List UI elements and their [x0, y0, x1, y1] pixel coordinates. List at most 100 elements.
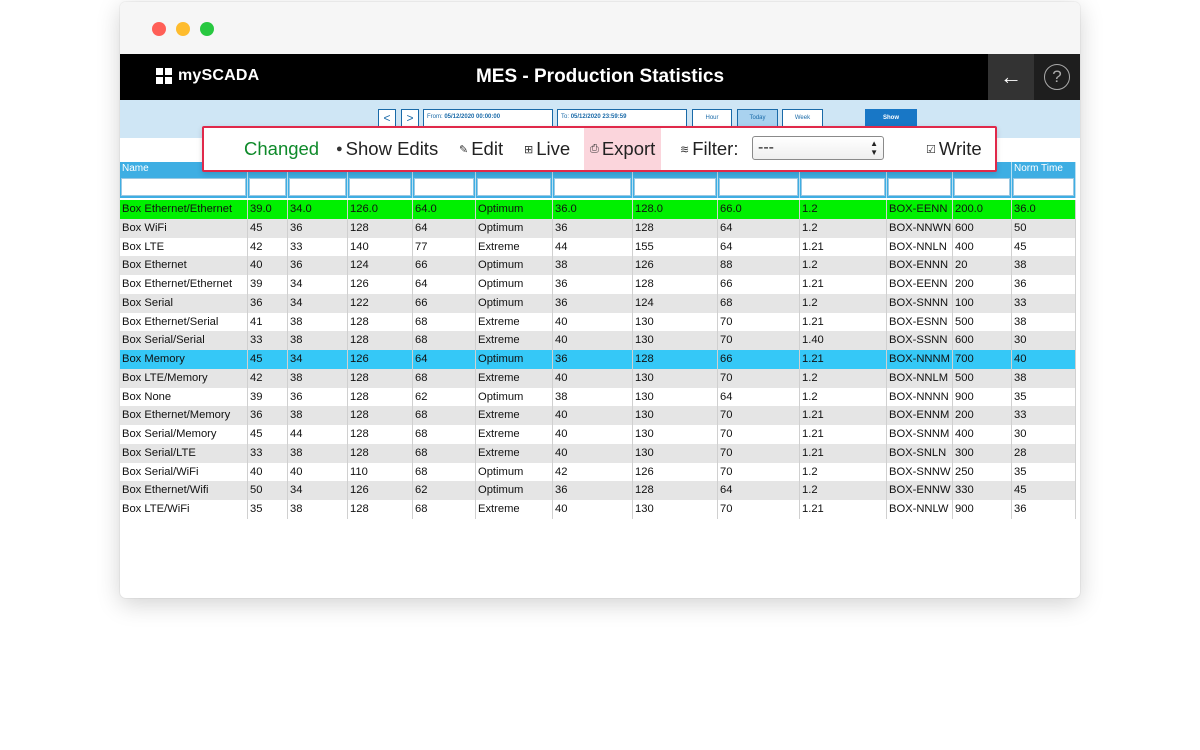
table-cell[interactable]: 1.21 [800, 443, 887, 463]
table-cell[interactable]: 128 [348, 218, 413, 238]
table-cell[interactable]: 600 [953, 218, 1012, 238]
table-cell[interactable]: Extreme [476, 368, 553, 388]
table-cell[interactable]: Box Serial/LTE [120, 443, 248, 463]
table-cell[interactable]: 200.0 [953, 200, 1012, 219]
table-cell[interactable]: Optimum [476, 462, 553, 482]
from-date-field[interactable]: From: 05/12/2020 00:00:00 [423, 109, 553, 127]
export-button[interactable]: ⎙ Export [584, 128, 662, 170]
table-row[interactable]: Box Serial/LTE 33 38 128 68 Extreme 40 130 70 1.2… [120, 443, 1076, 463]
table-cell[interactable]: 38 [288, 406, 348, 425]
table-cell[interactable]: 38 [288, 368, 348, 388]
table-cell[interactable]: Box WiFi [120, 218, 248, 238]
column-filter-input[interactable] [1012, 176, 1076, 198]
table-cell[interactable]: Optimum [476, 275, 553, 294]
hour-range-button[interactable]: Hour [692, 109, 732, 127]
table-cell[interactable]: 200 [953, 275, 1012, 294]
table-cell[interactable]: 36 [248, 406, 288, 425]
table-cell[interactable]: 64.0 [413, 200, 476, 219]
table-cell[interactable]: 126 [633, 462, 718, 482]
table-cell[interactable]: Box Ethernet/Serial [120, 312, 248, 332]
table-cell[interactable]: 64 [718, 387, 800, 407]
table-cell[interactable]: 34 [288, 481, 348, 500]
column-filter-input[interactable] [800, 176, 887, 198]
table-cell[interactable]: 36 [1012, 275, 1076, 294]
table-cell[interactable]: 126 [348, 481, 413, 500]
table-cell[interactable]: BOX-NNWN [887, 218, 953, 238]
table-cell[interactable]: 45 [248, 218, 288, 238]
next-range-button[interactable]: > [401, 109, 419, 127]
table-cell[interactable]: 130 [633, 331, 718, 350]
column-header[interactable]: Norm Time [1012, 162, 1076, 176]
table-cell[interactable]: 64 [718, 218, 800, 238]
table-cell[interactable]: 45 [1012, 237, 1076, 257]
table-cell[interactable]: BOX-SNNM [887, 425, 953, 444]
table-cell[interactable]: 62 [413, 387, 476, 407]
table-cell[interactable]: 28 [1012, 443, 1076, 463]
table-cell[interactable]: Extreme [476, 237, 553, 257]
table-cell[interactable]: 600 [953, 331, 1012, 350]
table-cell[interactable]: 64 [413, 275, 476, 294]
table-cell[interactable]: Box Ethernet/Ethernet [120, 200, 248, 219]
table-cell[interactable]: 68 [413, 312, 476, 332]
table-cell[interactable]: Extreme [476, 312, 553, 332]
table-cell[interactable]: Optimum [476, 387, 553, 407]
table-cell[interactable]: Optimum [476, 218, 553, 238]
table-cell[interactable]: 33 [1012, 406, 1076, 425]
table-row[interactable]: Box Serial/Memory 45 44 128 68 Extreme 40 130 70… [120, 425, 1076, 444]
table-cell[interactable]: 45 [248, 350, 288, 369]
table-cell[interactable]: Box Memory [120, 350, 248, 369]
table-cell[interactable]: 39 [248, 275, 288, 294]
table-cell[interactable]: 68 [413, 462, 476, 482]
table-cell[interactable]: Box None [120, 387, 248, 407]
table-cell[interactable]: 700 [953, 350, 1012, 369]
table-cell[interactable]: 40 [248, 462, 288, 482]
table-cell[interactable]: 44 [553, 237, 633, 257]
table-cell[interactable]: Box LTE/Memory [120, 368, 248, 388]
table-cell[interactable]: 41 [248, 312, 288, 332]
table-cell[interactable]: 128 [633, 350, 718, 369]
table-cell[interactable]: 130 [633, 387, 718, 407]
table-cell[interactable]: BOX-ESNN [887, 312, 953, 332]
table-cell[interactable]: Box Ethernet/Ethernet [120, 275, 248, 294]
table-cell[interactable]: 50 [1012, 218, 1076, 238]
table-cell[interactable]: BOX-EENN [887, 275, 953, 294]
table-cell[interactable]: 40 [553, 368, 633, 388]
table-cell[interactable]: 40 [553, 406, 633, 425]
column-filter-input[interactable] [953, 176, 1012, 198]
table-cell[interactable]: 128 [348, 443, 413, 463]
table-cell[interactable]: 36 [288, 387, 348, 407]
column-filter-input[interactable] [248, 176, 288, 198]
table-cell[interactable]: 36 [248, 293, 288, 313]
table-cell[interactable]: 38 [288, 500, 348, 519]
table-cell[interactable]: Box Serial/Serial [120, 331, 248, 350]
table-cell[interactable]: 34 [288, 293, 348, 313]
table-cell[interactable]: 140 [348, 237, 413, 257]
table-cell[interactable]: 20 [953, 256, 1012, 275]
table-cell[interactable]: 70 [718, 406, 800, 425]
table-cell[interactable]: 130 [633, 425, 718, 444]
table-cell[interactable]: BOX-SNLN [887, 443, 953, 463]
table-cell[interactable]: Box LTE [120, 237, 248, 257]
table-cell[interactable]: Box Serial [120, 293, 248, 313]
table-cell[interactable]: BOX-SSNN [887, 331, 953, 350]
table-cell[interactable]: 42 [248, 368, 288, 388]
table-cell[interactable]: BOX-NNLW [887, 500, 953, 519]
table-cell[interactable]: 35 [1012, 462, 1076, 482]
table-cell[interactable]: 130 [633, 443, 718, 463]
table-cell[interactable]: Box Ethernet/Memory [120, 406, 248, 425]
table-cell[interactable]: 40 [288, 462, 348, 482]
table-cell[interactable]: Box Serial/WiFi [120, 462, 248, 482]
table-cell[interactable]: 1.2 [800, 368, 887, 388]
column-filter-input[interactable] [476, 176, 553, 198]
table-cell[interactable]: 128 [348, 425, 413, 444]
table-cell[interactable]: 128 [348, 500, 413, 519]
table-cell[interactable]: 100 [953, 293, 1012, 313]
previous-range-button[interactable]: < [378, 109, 396, 127]
column-filter-input[interactable] [413, 176, 476, 198]
table-cell[interactable]: 38 [553, 256, 633, 275]
table-cell[interactable]: Box Serial/Memory [120, 425, 248, 444]
table-cell[interactable]: 128 [348, 331, 413, 350]
column-filter-input[interactable] [120, 176, 248, 198]
table-row[interactable]: Box LTE/Memory 42 38 128 68 Extreme 40 130 70 1.2… [120, 368, 1076, 388]
table-cell[interactable]: 70 [718, 312, 800, 332]
